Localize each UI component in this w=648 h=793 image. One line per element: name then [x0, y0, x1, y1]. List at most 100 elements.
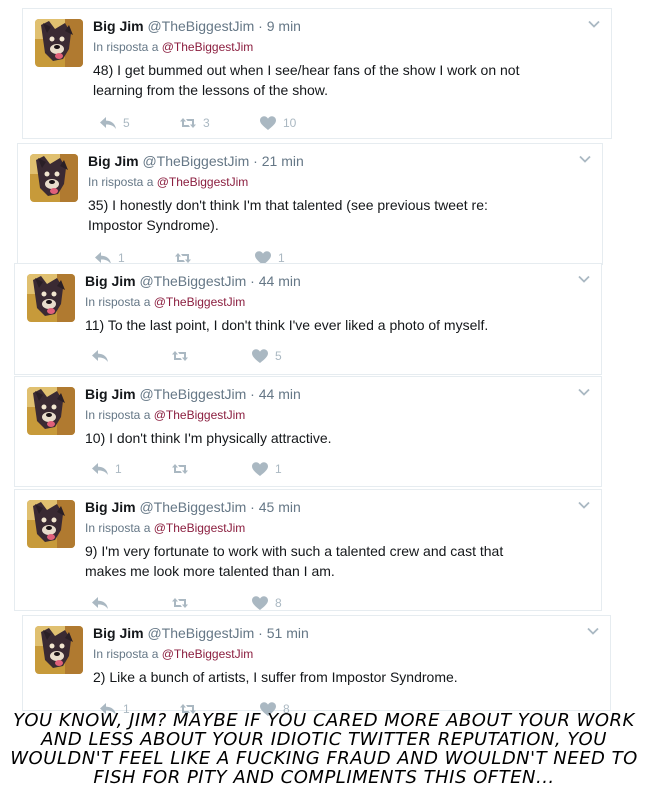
- avatar[interactable]: [27, 387, 75, 435]
- retweet-icon: [171, 461, 189, 477]
- dog-avatar-image: [35, 626, 83, 674]
- like-button[interactable]: 10: [259, 114, 296, 132]
- tweet-header: Big Jim @TheBiggestJim · 21 min: [88, 152, 568, 170]
- tweet-text: 9) I'm very fortunate to work with such …: [85, 543, 504, 579]
- reply-icon: [91, 461, 109, 477]
- tweet-text: 11) To the last point, I don't think I'v…: [85, 317, 489, 333]
- reply-context: In risposta a @TheBiggestJim: [85, 295, 245, 309]
- reply-prefix: In risposta a: [85, 295, 151, 309]
- retweet-button[interactable]: [171, 594, 195, 612]
- retweet-icon: [179, 115, 197, 131]
- like-count: 5: [275, 349, 282, 363]
- retweet-button[interactable]: 3: [179, 114, 210, 132]
- avatar[interactable]: [30, 154, 78, 202]
- reply-prefix: In risposta a: [85, 408, 151, 422]
- like-count: 10: [283, 116, 297, 130]
- like-count: 8: [275, 596, 282, 610]
- author-name[interactable]: Big Jim: [85, 273, 136, 289]
- reply-prefix: In risposta a: [85, 521, 151, 535]
- like-count: 1: [275, 462, 282, 476]
- reply-context: In risposta a @TheBiggestJim: [88, 175, 248, 189]
- tweet-card[interactable]: Big Jim @TheBiggestJim · 45 min In rispo…: [14, 489, 602, 611]
- like-button[interactable]: 1: [251, 460, 282, 478]
- reply-mention-link[interactable]: @TheBiggestJim: [157, 175, 249, 189]
- avatar[interactable]: [35, 626, 83, 674]
- avatar[interactable]: [35, 19, 83, 67]
- reply-mention-link[interactable]: @TheBiggestJim: [154, 521, 246, 535]
- like-button[interactable]: 8: [251, 594, 282, 612]
- reply-mention-link[interactable]: @TheBiggestJim: [154, 295, 246, 309]
- reply-mention-link[interactable]: @TheBiggestJim: [154, 408, 246, 422]
- reply-prefix: In risposta a: [93, 40, 159, 54]
- dog-avatar-image: [35, 19, 83, 67]
- tweet-card[interactable]: Big Jim @TheBiggestJim · 9 min In rispos…: [22, 8, 612, 139]
- reply-button[interactable]: 5: [99, 114, 130, 132]
- heart-icon: [251, 461, 269, 477]
- tweet-header: Big Jim @TheBiggestJim · 9 min: [93, 17, 577, 35]
- reply-prefix: In risposta a: [88, 175, 154, 189]
- heart-icon: [259, 115, 277, 131]
- reply-button[interactable]: 1: [91, 460, 122, 478]
- author-handle[interactable]: @TheBiggestJim: [139, 386, 246, 402]
- tweet-timestamp[interactable]: 45 min: [259, 499, 301, 515]
- dog-avatar-image: [27, 500, 75, 548]
- meme-caption: YOU KNOW, JIM? MAYBE IF YOU CARED MORE A…: [10, 710, 638, 788]
- separator-dot: ·: [253, 153, 258, 169]
- separator-dot: ·: [250, 499, 255, 515]
- tweet-timestamp[interactable]: 9 min: [267, 18, 301, 34]
- chevron-down-icon[interactable]: [587, 17, 601, 31]
- author-handle[interactable]: @TheBiggestJim: [139, 273, 246, 289]
- separator-dot: ·: [250, 273, 255, 289]
- author-handle[interactable]: @TheBiggestJim: [147, 18, 254, 34]
- tweet-card[interactable]: Big Jim @TheBiggestJim · 44 min In rispo…: [14, 263, 602, 375]
- tweet-timestamp[interactable]: 44 min: [259, 386, 301, 402]
- author-name[interactable]: Big Jim: [88, 153, 139, 169]
- reply-button[interactable]: [91, 594, 115, 612]
- author-handle[interactable]: @TheBiggestJim: [139, 499, 246, 515]
- heart-icon: [251, 348, 269, 364]
- reply-prefix: In risposta a: [93, 647, 159, 661]
- tweet-card[interactable]: Big Jim @TheBiggestJim · 21 min In rispo…: [17, 143, 603, 265]
- tweet-timestamp[interactable]: 51 min: [267, 625, 309, 641]
- reply-context: In risposta a @TheBiggestJim: [85, 408, 245, 422]
- reply-context: In risposta a @TheBiggestJim: [85, 521, 245, 535]
- retweet-count: 3: [203, 116, 210, 130]
- author-name[interactable]: Big Jim: [85, 499, 136, 515]
- tweet-timestamp[interactable]: 21 min: [262, 153, 304, 169]
- author-name[interactable]: Big Jim: [93, 18, 144, 34]
- tweet-header: Big Jim @TheBiggestJim · 45 min: [85, 498, 567, 516]
- dog-avatar-image: [30, 154, 78, 202]
- reply-context: In risposta a @TheBiggestJim: [93, 40, 253, 54]
- avatar[interactable]: [27, 274, 75, 322]
- reply-icon: [99, 115, 117, 131]
- reply-mention-link[interactable]: @TheBiggestJim: [162, 647, 254, 661]
- tweet-card[interactable]: Big Jim @TheBiggestJim · 51 min In rispo…: [22, 615, 611, 716]
- chevron-down-icon[interactable]: [577, 272, 591, 286]
- separator-dot: ·: [250, 386, 255, 402]
- tweet-text: 10) I don't think I'm physically attract…: [85, 430, 332, 446]
- like-button[interactable]: 5: [251, 347, 282, 365]
- retweet-icon: [171, 348, 189, 364]
- author-name[interactable]: Big Jim: [93, 625, 144, 641]
- reply-mention-link[interactable]: @TheBiggestJim: [162, 40, 254, 54]
- reply-icon: [91, 595, 109, 611]
- separator-dot: ·: [258, 625, 263, 641]
- tweet-header: Big Jim @TheBiggestJim · 44 min: [85, 272, 567, 290]
- author-handle[interactable]: @TheBiggestJim: [142, 153, 249, 169]
- reply-count: 5: [123, 116, 130, 130]
- tweet-header: Big Jim @TheBiggestJim · 44 min: [85, 385, 567, 403]
- avatar[interactable]: [27, 500, 75, 548]
- reply-button[interactable]: [91, 347, 115, 365]
- retweet-button[interactable]: [171, 347, 195, 365]
- chevron-down-icon[interactable]: [586, 624, 600, 638]
- chevron-down-icon[interactable]: [577, 385, 591, 399]
- tweet-timestamp[interactable]: 44 min: [259, 273, 301, 289]
- reply-count: 1: [115, 462, 122, 476]
- retweet-button[interactable]: [171, 460, 195, 478]
- author-handle[interactable]: @TheBiggestJim: [147, 625, 254, 641]
- chevron-down-icon[interactable]: [577, 498, 591, 512]
- chevron-down-icon[interactable]: [578, 152, 592, 166]
- tweet-card[interactable]: Big Jim @TheBiggestJim · 44 min In rispo…: [14, 376, 602, 487]
- author-name[interactable]: Big Jim: [85, 386, 136, 402]
- reply-icon: [91, 348, 109, 364]
